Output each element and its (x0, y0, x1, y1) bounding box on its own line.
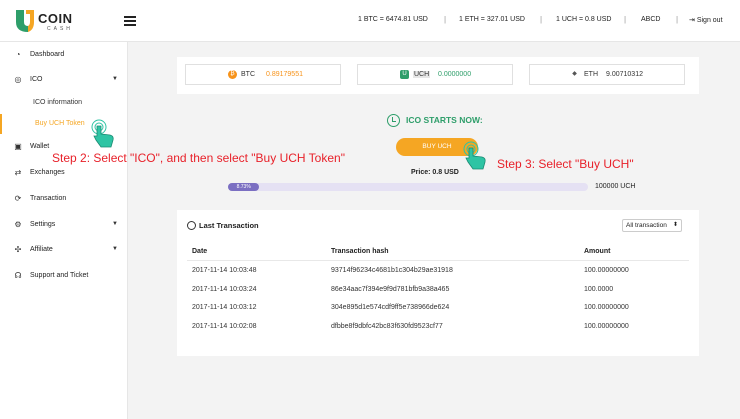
sidebar-subitem-ico-information[interactable]: ICO information (0, 93, 128, 113)
header-separator: | (676, 15, 679, 24)
tx-hash[interactable]: dfbbe8f9dbfc42bc83f630fd9523cf77 (331, 323, 443, 330)
tx-amount: 100.00000000 (584, 267, 629, 274)
ico-circle-icon: ◎ (14, 75, 22, 84)
transaction-cycle-icon (187, 221, 196, 230)
balance-card-uch: U UCH 0.0000000 (357, 64, 513, 85)
tx-hash[interactable]: 86e34aac7f394e9f9d781bfb9a38a465 (331, 286, 449, 293)
tx-date: 2017-11-14 10:03:24 (192, 286, 257, 293)
logo-subtext: CASH (47, 26, 73, 32)
sidebar-item-label: Exchanges (30, 169, 65, 176)
sidebar-item-label: Support and Ticket (30, 272, 89, 279)
user-name[interactable]: ABCD (641, 16, 660, 23)
sidebar-item-settings[interactable]: ⚙ Settings ▼ (0, 214, 128, 236)
ucoin-logo[interactable]: COIN CASH (14, 8, 84, 34)
sidebar-item-label: Transaction (30, 195, 67, 202)
sidebar-item-dashboard[interactable]: ◔ Dashboard (0, 44, 128, 66)
wallet-icon: ▣ (14, 142, 22, 151)
caret-down-icon: ▼ (112, 246, 118, 252)
tx-amount: 100.00000000 (584, 304, 629, 311)
sidebar-item-label: Wallet (30, 143, 50, 150)
ethereum-icon: ◆ (572, 71, 577, 77)
clock-icon (387, 114, 400, 127)
select-arrows-icon: ⬍ (672, 222, 678, 228)
sidebar-item-exchanges[interactable]: ⇄ Exchanges (0, 162, 128, 184)
bitcoin-icon: ₿ (228, 70, 237, 79)
ico-progress-max: 100000 UCH (595, 183, 636, 190)
gear-icon: ⚙ (14, 220, 22, 229)
headset-icon: ☊ (14, 271, 22, 280)
ucoin-icon: U (400, 70, 409, 79)
tx-hash[interactable]: 93714f96234c4681b1c304b29ae31918 (331, 267, 453, 274)
balance-card-btc: ₿ BTC 0.89179551 (185, 64, 341, 85)
balance-bar: ₿ BTC 0.89179551 U UCH 0.0000000 ◆ ETH 9… (177, 57, 699, 94)
transaction-filter-select[interactable]: All transaction ⬍ (622, 219, 682, 232)
tx-date: 2017-11-14 10:03:48 (192, 267, 257, 274)
balance-value: 9.00710312 (606, 71, 643, 78)
sidebar-subitem-label: Buy UCH Token (35, 120, 85, 127)
pointing-hand-icon (91, 119, 114, 148)
affiliate-network-icon: ✣ (14, 245, 22, 254)
sidebar-item-label: ICO (30, 76, 43, 83)
eth-rate: 1 ETH = 327.01 USD (459, 16, 525, 23)
exchange-arrows-icon: ⇄ (14, 168, 22, 177)
column-header-hash: Transaction hash (331, 248, 389, 255)
balance-value: 0.0000000 (438, 71, 472, 78)
tx-hash[interactable]: 304e895d1e574cdf9ff5e738966de624 (331, 304, 449, 311)
balance-currency: BTC (241, 71, 255, 78)
panel-title: Last Transaction (187, 221, 259, 230)
ico-progress-bar: 8.73% (228, 183, 588, 191)
sidebar-item-label: Affiliate (30, 246, 53, 253)
uch-rate: 1 UCH = 0.8 USD (556, 16, 612, 23)
panel-title-text: Last Transaction (199, 221, 259, 230)
sidebar-subitem-label: ICO information (33, 99, 83, 106)
caret-down-icon: ▼ (112, 221, 118, 227)
ico-title-text: ICO STARTS NOW: (406, 115, 483, 125)
btc-rate: 1 BTC = 6474.81 USD (358, 16, 428, 23)
tx-date: 2017-11-14 10:02:08 (192, 323, 257, 330)
column-header-amount: Amount (584, 248, 611, 255)
tutorial-step-2: Step 2: Select "ICO", and then select "B… (52, 151, 345, 165)
balance-currency: ETH (584, 71, 598, 78)
ucoin-logo-mark-icon (16, 10, 34, 32)
header-separator: | (540, 15, 543, 24)
dashboard-icon: ◔ (15, 50, 21, 59)
sign-out-icon: ⇥ (689, 17, 695, 24)
sidebar-item-label: Dashboard (30, 51, 65, 58)
tx-date: 2017-11-14 10:03:12 (192, 304, 257, 311)
pointing-hand-icon (463, 141, 486, 170)
sidebar-item-support[interactable]: ☊ Support and Ticket (0, 265, 128, 287)
caret-down-icon: ▼ (112, 76, 118, 82)
header-separator: | (444, 15, 447, 24)
sign-out-label: Sign out (696, 17, 723, 24)
ico-progress-fill: 8.73% (228, 183, 260, 191)
balance-card-eth: ◆ ETH 9.00710312 (529, 64, 685, 85)
header-divider (187, 260, 689, 261)
balance-currency: UCH (413, 71, 431, 78)
header-separator: | (624, 15, 627, 24)
tx-amount: 100.0000 (584, 286, 614, 293)
menu-toggle-icon[interactable] (124, 16, 136, 26)
sidebar-item-transaction[interactable]: ⟳ Transaction (0, 188, 128, 210)
sidebar-item-label: Settings (30, 221, 56, 228)
tutorial-step-3: Step 3: Select "Buy UCH" (497, 157, 634, 171)
uch-price: Price: 0.8 USD (411, 169, 459, 176)
top-header: COIN CASH 1 BTC = 6474.81 USD | 1 ETH = … (0, 0, 740, 42)
transaction-cycle-icon: ⟳ (14, 194, 22, 203)
column-header-date: Date (192, 248, 208, 255)
filter-value: All transaction (626, 222, 667, 229)
sidebar-item-ico[interactable]: ◎ ICO ▼ (0, 69, 128, 91)
sign-out-link[interactable]: ⇥ Sign out (689, 16, 723, 24)
logo-text: COIN (38, 11, 73, 26)
balance-value: 0.89179551 (266, 71, 303, 78)
last-transaction-panel: Last Transaction All transaction ⬍ Date T… (177, 210, 699, 356)
sidebar-item-affiliate[interactable]: ✣ Affiliate ▼ (0, 239, 128, 261)
sidebar: ◔ Dashboard ◎ ICO ▼ ICO information Buy … (0, 42, 128, 419)
tx-amount: 100.00000000 (584, 323, 629, 330)
